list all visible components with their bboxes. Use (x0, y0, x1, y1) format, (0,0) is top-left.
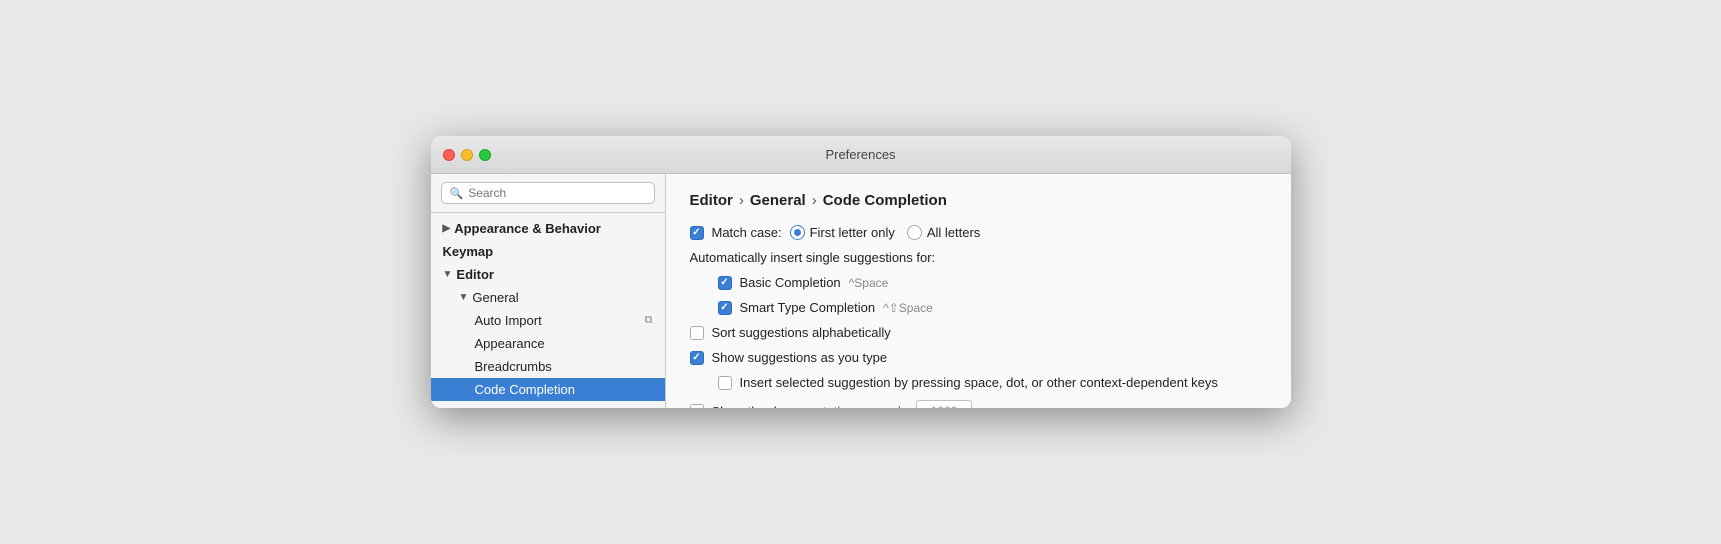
smart-type-row: Smart Type Completion ^⇧Space (690, 300, 1267, 315)
basic-completion-row: Basic Completion ^Space (690, 275, 1267, 290)
breadcrumb-part-3: Code Completion (823, 192, 947, 209)
settings-section: Match case: First letter only All letter… (690, 225, 1267, 408)
match-case-label: Match case: (712, 225, 782, 240)
content: 🔍 ▶ Appearance & Behavior Keymap ▼ Edit (431, 174, 1291, 408)
radio-first-letter-label: First letter only (810, 225, 895, 240)
insert-selected-label: Insert selected suggestion by pressing s… (740, 375, 1218, 390)
insert-selected-row: Insert selected suggestion by pressing s… (690, 375, 1267, 390)
radio-all-letters-button[interactable] (907, 225, 922, 240)
show-doc-checkbox[interactable] (690, 404, 704, 408)
nav-list: ▶ Appearance & Behavior Keymap ▼ Editor … (431, 213, 665, 408)
insert-selected-checkbox[interactable] (718, 376, 732, 390)
sidebar-item-editor[interactable]: ▼ Editor (431, 263, 665, 286)
sidebar-item-code-completion[interactable]: Code Completion (431, 378, 665, 401)
match-case-row: Match case: First letter only All letter… (690, 225, 1267, 240)
sidebar-item-breadcrumbs[interactable]: Breadcrumbs (431, 355, 665, 378)
arrow-icon: ▶ (443, 223, 451, 234)
radio-group: First letter only All letters (790, 225, 981, 240)
arrow-icon: ▼ (459, 292, 469, 303)
copy-icon: ⧉ (645, 314, 653, 327)
breadcrumb-part-2: General (750, 192, 806, 209)
close-button[interactable] (443, 149, 455, 161)
smart-type-shortcut: ^⇧Space (883, 301, 933, 315)
breadcrumb-sep-2: › (812, 192, 817, 209)
sidebar-item-label: Editor (456, 267, 494, 282)
radio-first-letter[interactable]: First letter only (790, 225, 895, 240)
show-as-type-checkbox[interactable] (690, 351, 704, 365)
sidebar-item-label: Appearance (475, 336, 545, 351)
auto-insert-label: Automatically insert single suggestions … (690, 250, 936, 265)
sidebar-item-general[interactable]: ▼ General (431, 286, 665, 309)
sidebar-item-appearance-behavior[interactable]: ▶ Appearance & Behavior (431, 217, 665, 240)
sort-alpha-checkbox[interactable] (690, 326, 704, 340)
sidebar-item-label: Auto Import (475, 313, 542, 328)
show-doc-row: Show the documentation popup in ms (690, 400, 1267, 408)
main-panel: Editor › General › Code Completion Match… (666, 174, 1291, 408)
breadcrumb-part-1: Editor (690, 192, 733, 209)
sidebar-item-appearance[interactable]: Appearance (431, 332, 665, 355)
show-as-type-label: Show suggestions as you type (712, 350, 888, 365)
breadcrumb-sep-1: › (739, 192, 744, 209)
sidebar-item-label: Keymap (443, 244, 494, 259)
sidebar-item-label: Appearance & Behavior (454, 221, 601, 236)
smart-type-checkbox[interactable] (718, 301, 732, 315)
sidebar-item-keymap[interactable]: Keymap (431, 240, 665, 263)
sidebar-item-label: General (472, 290, 518, 305)
window-title: Preferences (825, 147, 895, 162)
arrow-icon: ▼ (443, 269, 453, 280)
preferences-window: Preferences 🔍 ▶ Appearance & Behavior Ke (431, 136, 1291, 408)
radio-first-letter-button[interactable] (790, 225, 805, 240)
search-input[interactable] (468, 186, 645, 200)
auto-insert-label-row: Automatically insert single suggestions … (690, 250, 1267, 265)
sort-alpha-label: Sort suggestions alphabetically (712, 325, 891, 340)
basic-completion-checkbox[interactable] (718, 276, 732, 290)
search-wrapper[interactable]: 🔍 (441, 182, 655, 204)
basic-completion-shortcut: ^Space (849, 276, 889, 290)
search-bar: 🔍 (431, 174, 665, 213)
show-doc-unit: ms (980, 404, 997, 409)
show-doc-input[interactable] (916, 400, 972, 408)
sort-alpha-row: Sort suggestions alphabetically (690, 325, 1267, 340)
maximize-button[interactable] (479, 149, 491, 161)
sidebar-item-label: Code Completion (475, 382, 575, 397)
radio-all-letters-label: All letters (927, 225, 980, 240)
minimize-button[interactable] (461, 149, 473, 161)
sidebar-item-auto-import[interactable]: Auto Import ⧉ (431, 309, 665, 332)
sidebar: 🔍 ▶ Appearance & Behavior Keymap ▼ Edit (431, 174, 666, 408)
basic-completion-label: Basic Completion (740, 275, 841, 290)
breadcrumb: Editor › General › Code Completion (690, 192, 1267, 209)
search-icon: 🔍 (450, 187, 464, 200)
smart-type-label: Smart Type Completion (740, 300, 876, 315)
titlebar: Preferences (431, 136, 1291, 174)
match-case-checkbox[interactable] (690, 226, 704, 240)
sidebar-item-label: Breadcrumbs (475, 359, 552, 374)
show-doc-label: Show the documentation popup in (712, 404, 909, 409)
show-as-type-row: Show suggestions as you type (690, 350, 1267, 365)
traffic-lights (443, 149, 491, 161)
radio-all-letters[interactable]: All letters (907, 225, 980, 240)
